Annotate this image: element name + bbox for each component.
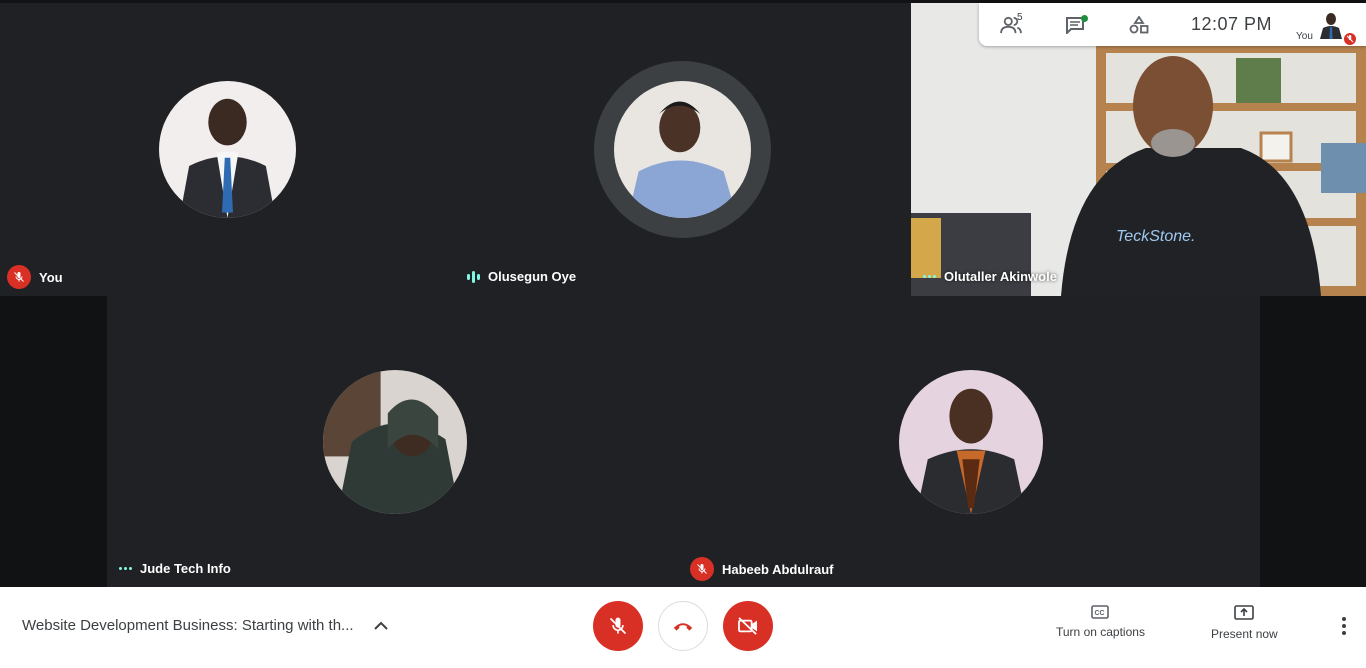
present-button[interactable]: Present now: [1211, 605, 1278, 641]
participant-label: Olusegun Oye: [467, 269, 576, 284]
meeting-info-bar: 5 12:07 PM You: [979, 3, 1366, 46]
mic-off-icon: [609, 617, 627, 635]
participant-tile-olutaller[interactable]: TeckStone. Olutaller Akinwole: [911, 3, 1366, 296]
svg-text:TeckStone.: TeckStone.: [1116, 228, 1195, 245]
participant-name: Olutaller Akinwole: [944, 269, 1057, 284]
captions-button[interactable]: CC Turn on captions: [1056, 605, 1145, 639]
mic-off-icon: [1344, 33, 1356, 45]
chat-button[interactable]: [1043, 3, 1107, 46]
mic-off-icon: [7, 265, 31, 289]
hang-up-icon: [673, 623, 693, 631]
chevron-up-icon[interactable]: [373, 621, 388, 631]
closed-captions-icon: CC: [1091, 605, 1110, 619]
self-view-thumbnail[interactable]: You: [1292, 7, 1356, 45]
unread-dot: [1081, 15, 1088, 22]
participant-tile-olusegun[interactable]: Olusegun Oye: [455, 3, 911, 296]
present-screen-icon: [1234, 605, 1255, 620]
mic-off-icon: [690, 557, 714, 581]
leave-call-button[interactable]: [658, 601, 708, 651]
activities-icon: [1129, 15, 1149, 33]
participant-name: Olusegun Oye: [488, 269, 577, 284]
more-dots-icon: [119, 567, 132, 570]
video-grid: You Olusegun Oye TeckStone. Olutaller Ak…: [0, 0, 1366, 587]
participant-video: TeckStone.: [911, 3, 1366, 296]
participant-tile-jude[interactable]: Jude Tech Info: [107, 296, 684, 587]
participant-label: Habeeb Abdulrauf: [690, 557, 833, 581]
avatar: [899, 370, 1043, 514]
camera-off-icon: [738, 617, 757, 635]
avatar: [614, 81, 751, 218]
camera-toggle-button[interactable]: [723, 601, 773, 651]
meeting-details[interactable]: Website Development Business: Starting w…: [22, 617, 388, 634]
self-view-label: You: [1296, 31, 1313, 42]
participant-tile-you[interactable]: You: [0, 3, 455, 296]
clock: 12:07 PM: [1191, 14, 1273, 34]
present-label: Present now: [1211, 627, 1278, 641]
participant-name: You: [39, 269, 63, 285]
people-count-badge: 5: [1017, 12, 1023, 23]
avatar: [323, 370, 467, 514]
participant-name: Jude Tech Info: [140, 561, 231, 576]
captions-label: Turn on captions: [1056, 625, 1145, 639]
mic-toggle-button[interactable]: [593, 601, 643, 651]
avatar: [159, 81, 296, 218]
control-bar: Website Development Business: Starting w…: [0, 587, 1366, 668]
speaking-indicator-icon: [467, 270, 480, 283]
participant-label: Jude Tech Info: [119, 561, 231, 576]
participant-tile-habeeb[interactable]: Habeeb Abdulrauf: [684, 296, 1260, 587]
more-options-icon[interactable]: [1342, 617, 1346, 635]
self-avatar: [1318, 11, 1344, 39]
people-button[interactable]: 5: [979, 3, 1043, 46]
meeting-title: Website Development Business: Starting w…: [22, 617, 354, 634]
activities-button[interactable]: [1107, 3, 1171, 46]
participant-label: You: [7, 265, 63, 289]
more-dots-icon: [923, 275, 936, 278]
participant-name: Habeeb Abdulrauf: [722, 561, 834, 577]
participant-label: Olutaller Akinwole: [923, 269, 1057, 284]
svg-text:CC: CC: [1095, 610, 1105, 617]
